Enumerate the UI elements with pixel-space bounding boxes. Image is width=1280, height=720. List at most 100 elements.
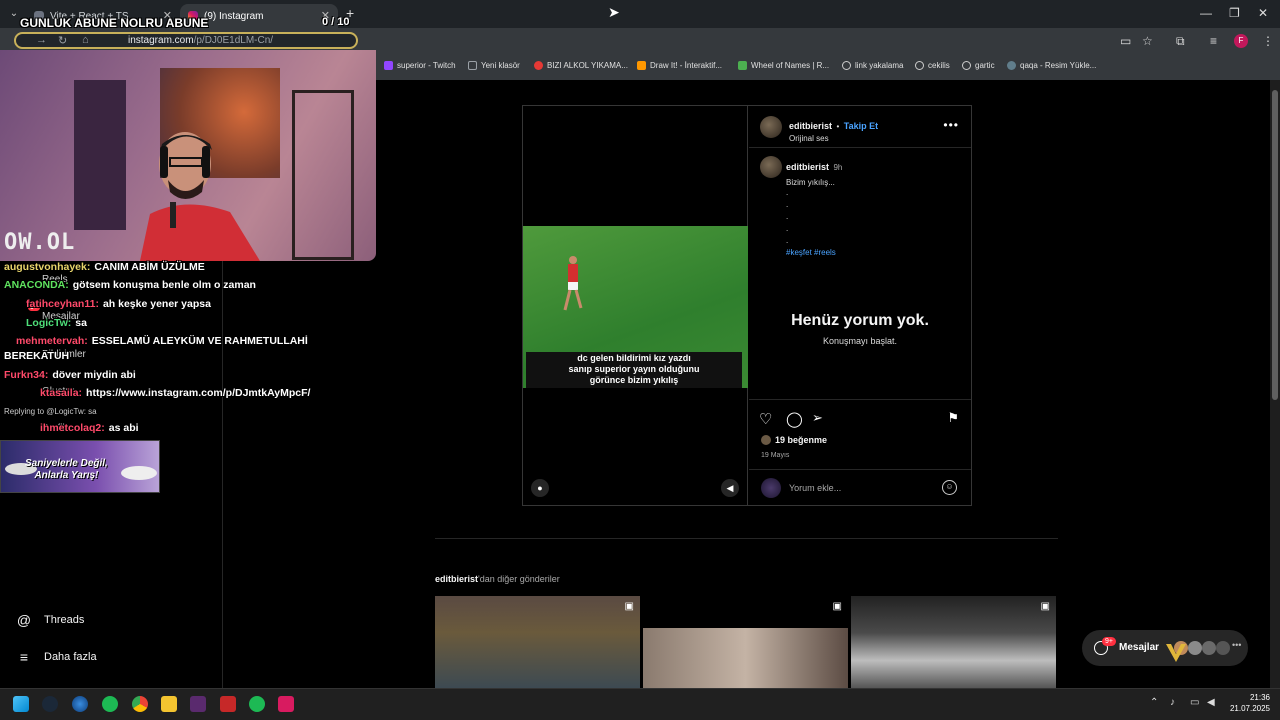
folder-icon <box>468 61 477 70</box>
bookmark-drawit[interactable]: Draw It! - İnteraktif... <box>637 61 722 70</box>
forward-icon[interactable]: → <box>36 34 47 46</box>
video-caption: dc gelen bildirimi kız yazdı sanıp super… <box>526 352 742 388</box>
share-send-icon[interactable]: ➢ <box>812 410 823 426</box>
audio-label[interactable]: Orijinal ses <box>789 134 878 143</box>
save-bookmark-icon[interactable]: ⚑ <box>947 410 959 426</box>
bookmark-label: Yeni klasör <box>481 61 520 70</box>
tagged-user-icon[interactable]: ● <box>531 479 549 497</box>
more-posts-suffix: 'dan diğer gönderiler <box>478 574 560 584</box>
bookmark-link[interactable]: link yakalama <box>842 61 903 70</box>
bookmark-wheel[interactable]: Wheel of Names | R... <box>738 61 829 70</box>
avatar[interactable] <box>760 156 782 178</box>
chat-username: ihmetcolaq2: <box>40 422 105 434</box>
spotify-icon[interactable] <box>249 696 265 712</box>
messages-pill[interactable]: 9+ Mesajlar ••• <box>1082 630 1248 666</box>
steam-icon[interactable] <box>42 696 58 712</box>
chat-message: fatihceyhan11: ah keşke yener yapsa <box>26 298 211 310</box>
sidebar-item-more[interactable]: ≡ Daha fazla <box>16 649 97 665</box>
post-video[interactable]: dc gelen bildirimi kız yazdı sanıp super… <box>523 106 748 505</box>
no-comments-subtitle: Konuşmayı başlat. <box>822 336 898 346</box>
thumbnail-image <box>643 628 848 688</box>
url-host: instagram.com <box>128 35 194 46</box>
post-panel: editbierist • Takip Et Orijinal ses ••• … <box>749 106 971 505</box>
chat-text: CANIM ABİM ÜZÜLME <box>94 261 205 273</box>
app-icon[interactable] <box>220 696 236 712</box>
more-post-thumbnail[interactable]: ▣ <box>643 596 848 688</box>
ad-text-line: Saniyelerle Değil, <box>25 458 108 469</box>
chat-message: ktasaila: https://www.instagram.com/p/DJm… <box>40 387 310 399</box>
emoji-icon[interactable]: ☺ <box>942 480 957 495</box>
bookmark-twitch[interactable]: superior - Twitch <box>384 61 456 70</box>
extensions-icon[interactable]: ⧉ <box>1176 34 1185 49</box>
video-caption-line: dc gelen bildirimi kız yazdı <box>577 353 691 363</box>
emote-logo-icon <box>1164 642 1188 666</box>
app-icon[interactable] <box>72 696 88 712</box>
stream-goal-counter: 0 / 10 <box>322 16 350 28</box>
author-username[interactable]: editbierist <box>789 121 832 131</box>
hashtags[interactable]: #keşfet #reels <box>786 248 842 257</box>
webcam-door <box>74 80 126 230</box>
avatar <box>1202 641 1216 655</box>
home-icon[interactable]: ⌂ <box>82 34 89 46</box>
caption-dot: . <box>786 236 789 245</box>
bookmark-qaqa[interactable]: qaqa - Resim Yükle... <box>1007 61 1096 70</box>
cast-icon[interactable]: ▭ <box>1120 34 1131 48</box>
bookmark-folder[interactable]: Yeni klasör <box>468 61 520 70</box>
chat-username: ANACONDA: <box>4 279 69 291</box>
chat-text: ah keşke yener yapsa <box>102 298 211 310</box>
sidebar-item-threads[interactable]: @ Threads <box>16 612 84 628</box>
bookmark-star-icon[interactable]: ☆ <box>1142 34 1153 48</box>
chat-username: mehmetervah: <box>16 335 88 347</box>
profile-avatar[interactable]: F <box>1234 34 1248 48</box>
system-clock[interactable]: 21:36 21.07.2025 <box>1226 692 1270 714</box>
reel-icon: ▣ <box>624 601 634 612</box>
more-posts-user[interactable]: editbierist <box>435 574 478 584</box>
sidebar-item-label: Threads <box>44 614 85 626</box>
site-icon <box>637 61 646 70</box>
maximize-button[interactable]: ❐ <box>1229 6 1240 20</box>
separator: • <box>836 122 840 131</box>
close-window-button[interactable]: ✕ <box>1258 6 1268 20</box>
globe-icon <box>915 61 924 70</box>
bookmark-alkol[interactable]: BIZI ALKOL YIKAMA... <box>534 61 628 70</box>
bookmark-label: gartic <box>975 61 995 70</box>
likes-count[interactable]: 19 beğenme <box>761 435 827 445</box>
browser-menu-icon[interactable]: ⋮ <box>1262 34 1274 48</box>
microphone-icon[interactable]: ♪ <box>1170 697 1175 708</box>
caption-username[interactable]: editbierist <box>786 162 829 172</box>
reload-icon[interactable]: ↻ <box>58 34 67 47</box>
comment-input[interactable]: Yorum ekle... <box>789 483 841 493</box>
volume-icon[interactable]: ◀ <box>721 479 739 497</box>
bookmark-label: BIZI ALKOL YIKAMA... <box>547 61 628 70</box>
media-icon[interactable]: ≡ <box>1210 34 1217 48</box>
bookmark-cekilis[interactable]: cekilis <box>915 61 950 70</box>
avatar <box>1216 641 1230 655</box>
minimize-button[interactable]: — <box>1200 6 1212 20</box>
more-post-thumbnail[interactable]: ▣ <box>435 596 640 688</box>
chat-message: ANACONDA: götsem konuşma benle olm o zama… <box>4 279 256 291</box>
section-divider <box>435 538 1058 539</box>
chrome-icon[interactable] <box>132 696 148 712</box>
display-icon[interactable]: ▭ <box>1190 697 1199 708</box>
page-scrollbar[interactable] <box>1270 80 1280 688</box>
avatar[interactable] <box>760 116 782 138</box>
volume-tray-icon[interactable]: ◀ <box>1207 697 1215 708</box>
like-heart-icon[interactable]: ♡ <box>759 410 772 428</box>
file-explorer-icon[interactable] <box>161 696 177 712</box>
spotify-icon[interactable] <box>102 696 118 712</box>
post-actions: ♡ ◯ ➢ ⚑ 19 beğenme 19 Mayıs Yorum ekle..… <box>749 399 971 505</box>
more-options-icon[interactable]: ••• <box>943 118 959 132</box>
stream-logo: OW.OL <box>4 230 76 255</box>
scrollbar-thumb[interactable] <box>1272 90 1278 400</box>
twitch-icon <box>384 61 393 70</box>
menu-icon: ≡ <box>19 649 29 665</box>
more-post-thumbnail[interactable]: ▣ <box>851 596 1056 688</box>
post-date: 19 Mayıs <box>761 452 790 459</box>
tray-chevron-icon[interactable]: ⌃ <box>1150 697 1158 708</box>
bookmark-gartic[interactable]: gartic <box>962 61 995 70</box>
app-icon[interactable] <box>278 696 294 712</box>
follow-button[interactable]: Takip Et <box>844 121 878 131</box>
windows-start-icon[interactable] <box>13 696 29 712</box>
app-icon[interactable] <box>190 696 206 712</box>
comment-icon[interactable]: ◯ <box>786 410 803 428</box>
